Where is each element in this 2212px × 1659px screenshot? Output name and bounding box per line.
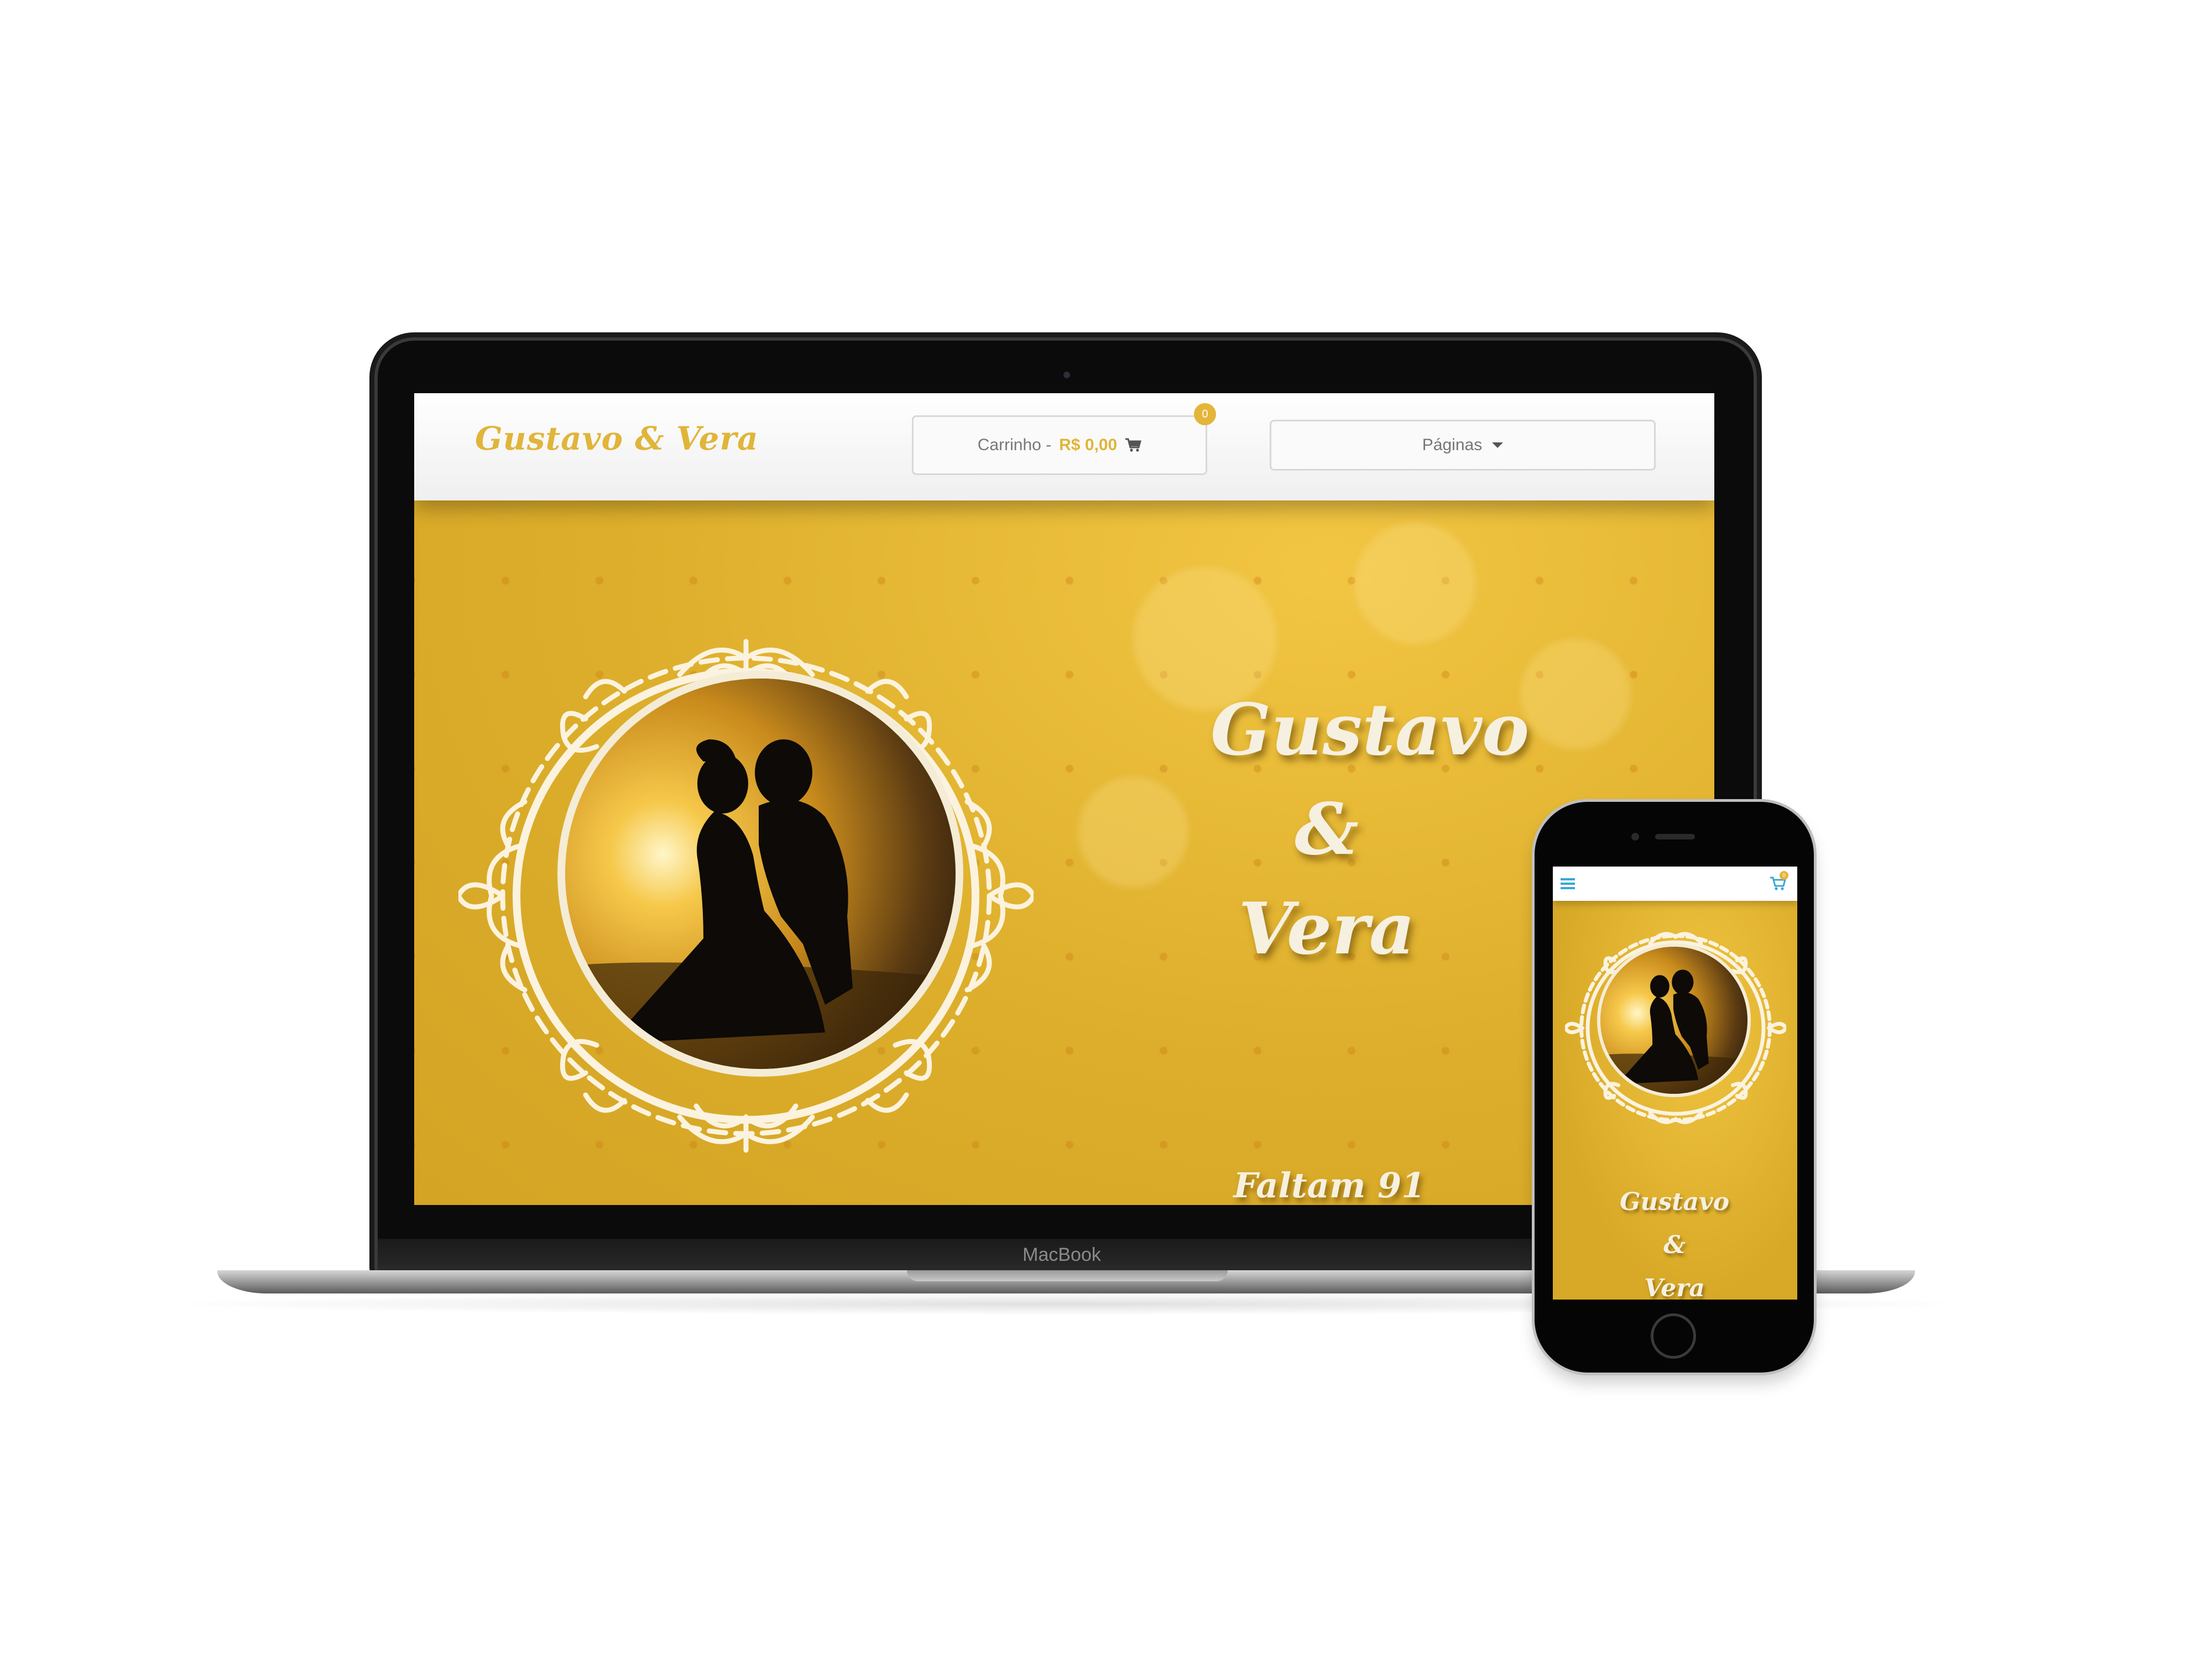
phone-couple-names: Gustavo & Vera	[1586, 1181, 1763, 1300]
hero-ampersand: &	[1295, 788, 1359, 871]
site-logo[interactable]: Gustavo & Vera	[475, 420, 759, 457]
laptop-camera	[1063, 372, 1070, 378]
phone-cart-count-badge: 0	[1780, 871, 1788, 880]
laptop-notch	[907, 1270, 1228, 1281]
cart-button[interactable]: Carrinho - R$ 0,00	[912, 415, 1207, 475]
phone-site-header: 0	[1553, 867, 1797, 901]
phone-screen: 0 Gustavo & Vera	[1553, 867, 1797, 1300]
cart-count-badge: 0	[1194, 403, 1216, 425]
cart-icon	[1125, 438, 1142, 452]
hero-section: Gustavo & Vera Faltam 91 dias	[414, 500, 1714, 1205]
phone-name-groom: Gustavo	[1619, 1188, 1730, 1216]
couple-photo	[1600, 947, 1747, 1094]
hero-name-bride: Vera	[1238, 888, 1415, 971]
phone-name-bride: Vera	[1644, 1274, 1705, 1300]
countdown-text: Faltam 91 dias	[1233, 1165, 1426, 1205]
pages-dropdown-label: Páginas	[1422, 436, 1483, 454]
phone-camera	[1631, 833, 1639, 841]
bokeh-light	[1520, 639, 1631, 749]
bokeh-light	[1078, 777, 1188, 888]
cart-price: R$ 0,00	[1059, 436, 1118, 454]
hamburger-menu-icon[interactable]	[1561, 878, 1575, 890]
laptop-brand-label: MacBook	[1022, 1244, 1101, 1265]
laptop-screen: Gustavo & Vera Carrinho - R$ 0,00 0 Pági…	[414, 393, 1714, 1205]
site-header: Gustavo & Vera Carrinho - R$ 0,00 0 Pági…	[414, 393, 1714, 500]
pages-dropdown[interactable]: Páginas	[1270, 420, 1656, 471]
hero-couple-names: Gustavo & Vera	[1211, 677, 1530, 982]
phone-speaker	[1655, 834, 1695, 839]
bokeh-light	[1354, 523, 1476, 644]
hero-name-groom: Gustavo	[1211, 688, 1530, 771]
phone-hero-section: Gustavo & Vera	[1553, 901, 1797, 1300]
phone-home-button	[1651, 1313, 1696, 1359]
phone-ampersand: &	[1663, 1231, 1686, 1259]
cart-label: Carrinho -	[977, 436, 1052, 454]
couple-photo	[565, 679, 956, 1069]
caret-down-icon	[1492, 442, 1504, 448]
